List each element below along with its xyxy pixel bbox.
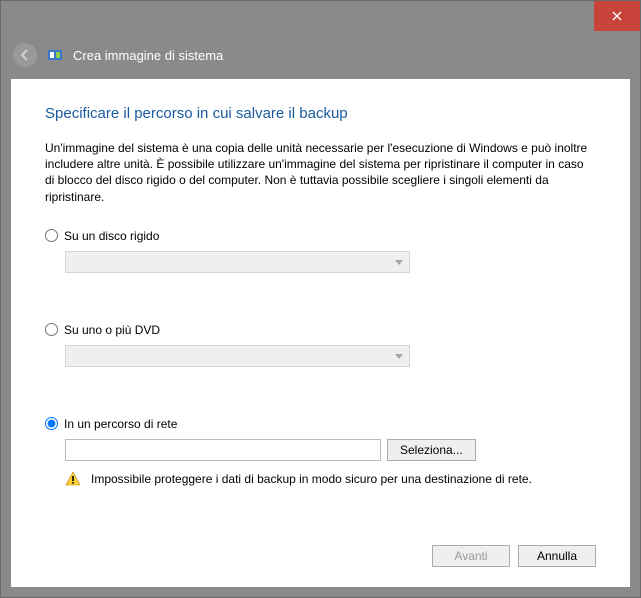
label-network: In un percorso di rete	[64, 417, 177, 431]
cancel-button[interactable]: Annulla	[518, 545, 596, 567]
combo-dvd[interactable]	[65, 345, 410, 367]
header-title: Crea immagine di sistema	[73, 48, 223, 63]
label-dvd: Su uno o più DVD	[64, 323, 160, 337]
close-icon	[612, 11, 622, 21]
option-network: In un percorso di rete Seleziona... Impo…	[45, 417, 596, 487]
content-panel: Specificare il percorso in cui salvare i…	[11, 79, 630, 587]
combo-hard-disk[interactable]	[65, 251, 410, 273]
header-bar: Crea immagine di sistema	[1, 31, 640, 79]
app-icon	[47, 47, 63, 63]
network-warning-row: Impossibile proteggere i dati di backup …	[65, 471, 596, 487]
page-description: Un'immagine del sistema è una copia dell…	[45, 140, 596, 205]
label-hard-disk: Su un disco rigido	[64, 229, 159, 243]
radio-hard-disk[interactable]	[45, 229, 58, 242]
content-wrap: Specificare il percorso in cui salvare i…	[1, 79, 640, 597]
option-dvd: Su uno o più DVD	[45, 323, 596, 367]
network-warning-text: Impossibile proteggere i dati di backup …	[91, 472, 532, 486]
radio-network[interactable]	[45, 417, 58, 430]
warning-icon	[65, 471, 81, 487]
radio-dvd[interactable]	[45, 323, 58, 336]
network-path-input[interactable]	[65, 439, 381, 461]
next-button[interactable]: Avanti	[432, 545, 510, 567]
back-button[interactable]	[13, 43, 37, 67]
back-arrow-icon	[18, 48, 32, 62]
page-heading: Specificare il percorso in cui salvare i…	[45, 105, 596, 122]
titlebar	[1, 1, 640, 31]
close-button[interactable]	[594, 1, 640, 31]
footer: Avanti Annulla	[45, 525, 596, 567]
select-network-button[interactable]: Seleziona...	[387, 439, 476, 461]
wizard-window: Crea immagine di sistema Specificare il …	[0, 0, 641, 598]
option-hard-disk: Su un disco rigido	[45, 229, 596, 273]
